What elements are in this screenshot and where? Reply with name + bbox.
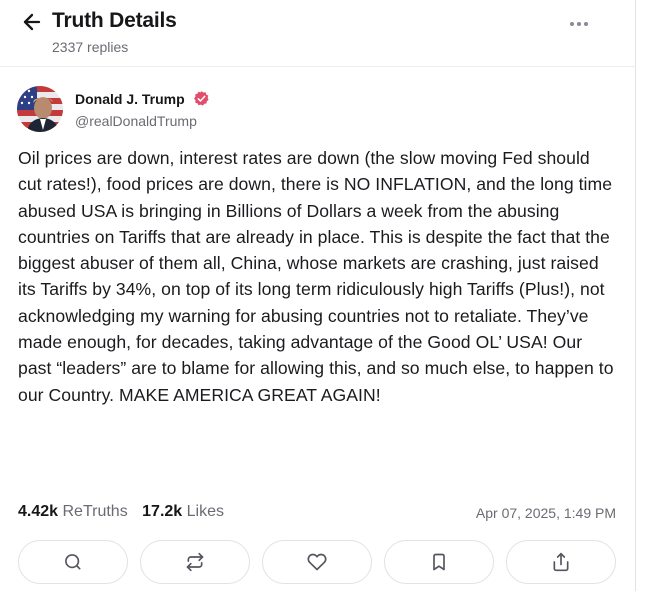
retruths-stat[interactable]: 4.42k ReTruths xyxy=(18,503,128,520)
share-icon xyxy=(553,552,569,572)
comment-icon xyxy=(65,554,81,570)
bookmark-button[interactable] xyxy=(384,540,494,584)
repost-icon xyxy=(186,552,204,572)
post-stats: 4.42k ReTruths 17.2k Likes xyxy=(18,503,234,521)
more-horizontal-icon[interactable] xyxy=(568,14,590,34)
verified-badge-icon xyxy=(194,91,209,106)
share-button[interactable] xyxy=(506,540,616,584)
likes-count: 17.2k xyxy=(142,503,183,520)
heart-icon xyxy=(307,553,327,571)
arrow-left-icon[interactable] xyxy=(20,10,44,34)
avatar[interactable] xyxy=(17,86,63,132)
reply-button[interactable] xyxy=(18,540,128,584)
action-bar xyxy=(18,540,618,584)
likes-label: Likes xyxy=(186,503,225,520)
page-title: Truth Details xyxy=(52,9,177,32)
bookmark-icon xyxy=(433,553,445,571)
retruths-label: ReTruths xyxy=(62,503,128,520)
header: Truth Details 2337 replies xyxy=(0,0,636,66)
author-handle[interactable]: @realDonaldTrump xyxy=(75,113,197,129)
retruth-button[interactable] xyxy=(140,540,250,584)
replies-count: 2337 replies xyxy=(52,39,129,55)
post-timestamp: Apr 07, 2025, 1:49 PM xyxy=(475,505,616,521)
header-divider xyxy=(0,66,636,67)
frame-border xyxy=(635,0,636,591)
flag-portrait-image xyxy=(17,86,63,132)
likes-stat[interactable]: 17.2k Likes xyxy=(142,503,224,520)
like-button[interactable] xyxy=(262,540,372,584)
author-name[interactable]: Donald J. Trump xyxy=(75,91,185,107)
retruths-count: 4.42k xyxy=(18,503,59,520)
post-body: Oil prices are down, interest rates are … xyxy=(18,148,614,405)
